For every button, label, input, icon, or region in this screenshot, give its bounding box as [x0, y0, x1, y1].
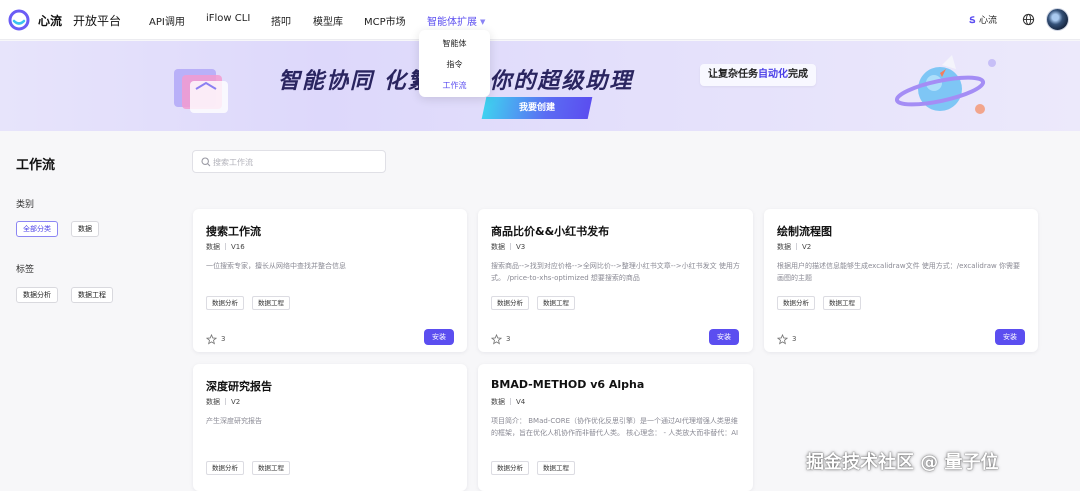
- workflow-card[interactable]: 搜索工作流 数据 V16 一位搜索专家，擅长从网络中查找并整合信息 数据分析 数据…: [193, 209, 467, 352]
- tag-data-analysis[interactable]: 数据分析: [16, 287, 58, 303]
- nav-model-library[interactable]: 模型库: [313, 13, 343, 28]
- user-avatar[interactable]: [1046, 8, 1069, 31]
- promo-banner: 智能协同 化繁 构建你的超级助理 让复杂任务自动化完成 我要创建: [0, 41, 1080, 131]
- install-button[interactable]: 安装: [709, 329, 739, 345]
- card-category: 数据: [491, 243, 505, 251]
- top-navigation-bar: 心流 开放平台 API调用 iFlow CLI 搭叩 模型库 MCP市场 智能体…: [0, 0, 1080, 40]
- card-tag: 数据分析: [206, 461, 244, 475]
- create-button-label: 我要创建: [518, 103, 555, 113]
- planet-rocket-illustration-icon: [894, 55, 996, 114]
- tag-label: 标签: [16, 265, 35, 275]
- search-input[interactable]: [213, 154, 381, 170]
- category-all[interactable]: 全部分类: [16, 221, 58, 237]
- card-tag: 数据分析: [491, 296, 529, 310]
- banner-slogan-suffix: 完成: [788, 69, 808, 80]
- card-meta: 数据 V3: [491, 242, 525, 252]
- card-title: 绘制流程图: [777, 225, 832, 238]
- card-tag: 数据工程: [252, 296, 290, 310]
- banner-slogan: 让复杂任务自动化完成: [700, 64, 816, 86]
- star-count: 3: [221, 335, 226, 343]
- workflow-card[interactable]: 深度研究报告 数据 V2 产生深度研究报告 数据分析 数据工程: [193, 364, 467, 491]
- card-description: 项目简介： BMad-CORE（协作优化反思引擎）是一个通过AI代理增强人类思维…: [491, 417, 739, 437]
- star-count: 3: [792, 335, 797, 343]
- nav-api[interactable]: API调用: [149, 13, 185, 28]
- card-title: 商品比价&&小红书发布: [491, 225, 610, 238]
- card-version: V16: [231, 243, 245, 251]
- card-category: 数据: [206, 243, 220, 251]
- card-meta: 数据 V4: [491, 397, 525, 407]
- search-box: [192, 150, 386, 173]
- workflow-card[interactable]: 商品比价&&小红书发布 数据 V3 搜索商品-->找到对应价格-->全网比价-->…: [478, 209, 753, 352]
- search-icon: [201, 157, 211, 167]
- card-title: 搜索工作流: [206, 225, 261, 238]
- dropdown-item-command[interactable]: 指令: [419, 59, 490, 70]
- banner-slogan-prefix: 让复杂任务: [708, 69, 758, 80]
- card-version: V4: [516, 398, 526, 406]
- star-count: 3: [506, 335, 511, 343]
- card-tag: 数据工程: [537, 461, 575, 475]
- card-tag: 数据工程: [823, 296, 861, 310]
- brand-subtitle[interactable]: 开放平台: [73, 12, 121, 29]
- nav-mcp-market[interactable]: MCP市场: [364, 13, 406, 28]
- card-version: V3: [516, 243, 526, 251]
- card-title: 深度研究报告: [206, 380, 272, 393]
- nav-dakou[interactable]: 搭叩: [271, 13, 291, 28]
- card-meta: 数据 V2: [777, 242, 811, 252]
- xinliu-logo-icon[interactable]: [8, 9, 30, 31]
- nav-agent-extension-label: 智能体扩展: [427, 17, 477, 28]
- card-tag: 数据分析: [491, 461, 529, 475]
- nav-iflow-cli[interactable]: iFlow CLI: [206, 13, 250, 24]
- xinliu-link[interactable]: 心流: [968, 13, 997, 26]
- card-tag: 数据分析: [777, 296, 815, 310]
- page-title: 工作流: [16, 158, 56, 173]
- nav-agent-extension[interactable]: 智能体扩展 ▼: [427, 13, 485, 28]
- star-icon[interactable]: [491, 334, 502, 345]
- workflow-card[interactable]: BMAD-METHOD v6 Alpha 数据 V4 项目简介： BMad-COR…: [478, 364, 753, 491]
- xinliu-small-logo-icon: [969, 16, 976, 24]
- card-tag: 数据工程: [252, 461, 290, 475]
- agent-extension-dropdown: 智能体 指令 工作流: [419, 30, 490, 97]
- chevron-down-icon: ▼: [480, 18, 486, 26]
- install-button[interactable]: 安装: [995, 329, 1025, 345]
- card-title: BMAD-METHOD v6 Alpha: [491, 378, 645, 391]
- card-category: 数据: [777, 243, 791, 251]
- globe-icon[interactable]: [1022, 13, 1035, 26]
- card-tag: 数据工程: [537, 296, 575, 310]
- folder-illustration-icon: [174, 69, 228, 113]
- xinliu-link-label: 心流: [979, 16, 998, 26]
- card-meta: 数据 V2: [206, 397, 240, 407]
- card-meta: 数据 V16: [206, 242, 245, 252]
- workflow-card[interactable]: 绘制流程图 数据 V2 根据用户的描述信息能够生成excalidraw文件 使用方…: [764, 209, 1038, 352]
- card-description: 根据用户的描述信息能够生成excalidraw文件 使用方式：/excalidr…: [777, 262, 1020, 282]
- card-description: 产生深度研究报告: [206, 417, 262, 425]
- category-label: 类别: [16, 200, 35, 210]
- card-category: 数据: [206, 398, 220, 406]
- tag-data-engineering[interactable]: 数据工程: [71, 287, 113, 303]
- card-description: 一位搜索专家，擅长从网络中查找并整合信息: [206, 262, 346, 270]
- star-icon[interactable]: [777, 334, 788, 345]
- card-version: V2: [231, 398, 241, 406]
- create-button[interactable]: 我要创建: [481, 97, 593, 119]
- install-button[interactable]: 安装: [424, 329, 454, 345]
- dropdown-item-workflow[interactable]: 工作流: [419, 80, 490, 91]
- brand-name[interactable]: 心流: [38, 12, 62, 29]
- card-category: 数据: [491, 398, 505, 406]
- banner-slogan-highlight: 自动化: [758, 69, 788, 80]
- category-data[interactable]: 数据: [71, 221, 99, 237]
- card-description: 搜索商品-->找到对应价格-->全网比价-->整理小红书文章-->小红书发文 使…: [491, 262, 740, 282]
- card-version: V2: [802, 243, 812, 251]
- watermark: 掘金技术社区 @ 量子位: [806, 452, 999, 473]
- card-tag: 数据分析: [206, 296, 244, 310]
- dropdown-item-agent[interactable]: 智能体: [419, 38, 490, 49]
- star-icon[interactable]: [206, 334, 217, 345]
